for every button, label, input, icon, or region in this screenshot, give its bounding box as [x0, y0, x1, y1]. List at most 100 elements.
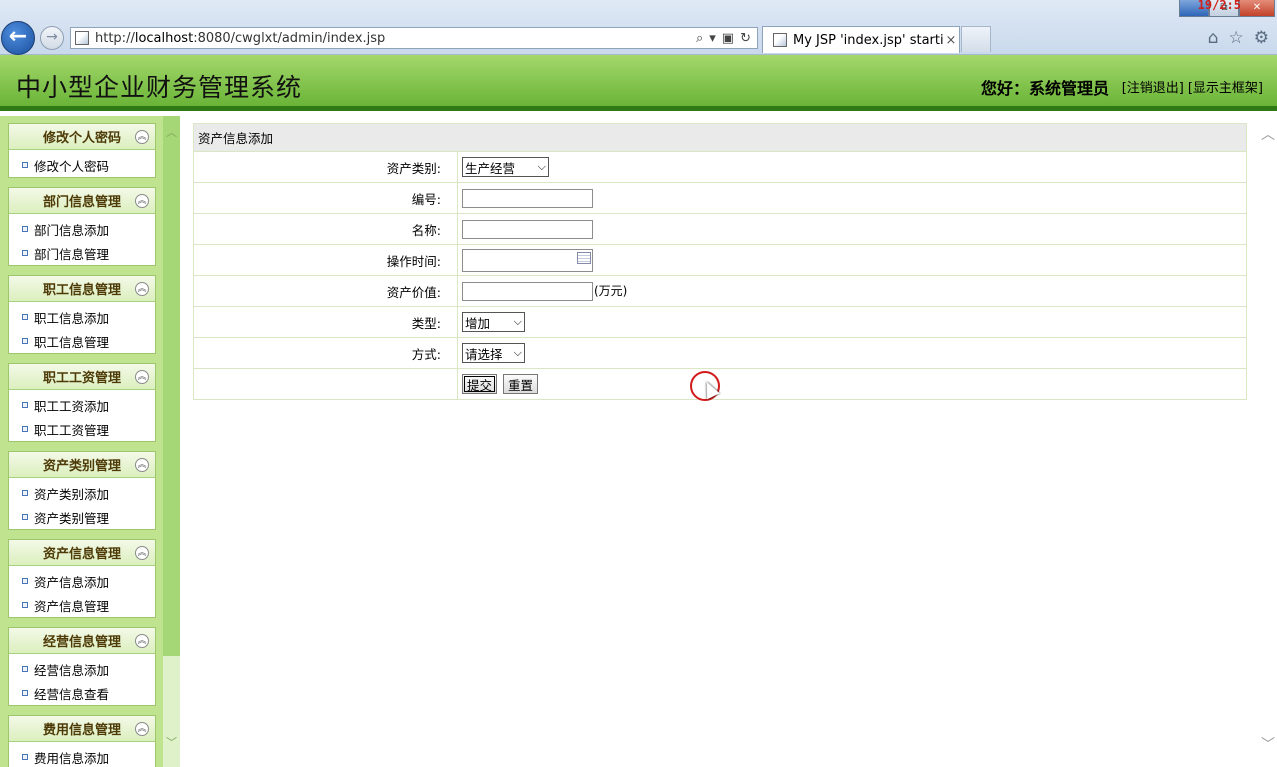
collapse-icon[interactable]: ︽ — [135, 546, 149, 560]
bullet-icon — [22, 338, 28, 344]
refresh-icon[interactable]: ↻ — [740, 31, 751, 46]
search-icon[interactable]: ⌕ — [696, 31, 703, 46]
sidebar-item-expense-add[interactable]: 费用信息添加 — [9, 745, 155, 767]
tab-index-jsp[interactable]: My JSP 'index.jsp' startin... × — [762, 26, 960, 53]
tab-close-icon[interactable]: × — [943, 33, 959, 48]
bullet-icon — [22, 690, 28, 696]
page-icon — [75, 31, 89, 45]
sidebar-item-department-add[interactable]: 部门信息添加 — [9, 217, 155, 241]
code-label: 编号: — [193, 182, 458, 214]
form-row-type: 类型: 增加 ⌵ — [193, 306, 1247, 338]
date-picker — [462, 248, 593, 272]
sidebar-item-employee-manage[interactable]: 职工信息管理 — [9, 329, 155, 353]
method-label: 方式: — [193, 337, 458, 369]
favorites-star-icon[interactable]: ☆ — [1229, 28, 1244, 48]
type-select[interactable]: 增加 ⌵ — [462, 312, 525, 332]
sidebar-splitter-scrollbar[interactable]: ︿ ﹀ — [163, 116, 180, 767]
sidebar-item-business-add[interactable]: 经营信息添加 — [9, 657, 155, 681]
sidebar-group-header[interactable]: 职工工资管理 ︽ — [9, 364, 155, 390]
collapse-icon[interactable]: ︽ — [135, 194, 149, 208]
collapse-icon[interactable]: ︽ — [135, 458, 149, 472]
collapse-icon[interactable]: ︽ — [135, 282, 149, 296]
clock-overlay: 19/2:5 — [1197, 0, 1241, 12]
chevron-down-icon: ⌵ — [537, 160, 546, 173]
collapse-icon[interactable]: ︽ — [135, 130, 149, 144]
scrollbar-track[interactable] — [163, 656, 180, 767]
sidebar-group-title: 资产类别管理 — [42, 459, 121, 474]
logout-link[interactable]: [注销退出] — [1122, 77, 1184, 96]
back-arrow-icon: ← — [8, 24, 28, 49]
bullet-icon — [22, 250, 28, 256]
time-input[interactable] — [462, 248, 593, 272]
back-button[interactable]: ← — [1, 21, 35, 55]
sidebar-item-change-password[interactable]: 修改个人密码 — [9, 153, 155, 177]
scroll-down-icon[interactable]: ﹀ — [166, 734, 177, 750]
method-select[interactable]: 请选择 ⌵ — [462, 343, 525, 363]
sidebar-item-asset-category-add[interactable]: 资产类别添加 — [9, 481, 155, 505]
app-header: 中小型企业财务管理系统 您好：系统管理员 [注销退出] [显示主框架] — [0, 55, 1277, 111]
bullet-icon — [22, 162, 28, 168]
sidebar-item-salary-manage[interactable]: 职工工资管理 — [9, 417, 155, 441]
scroll-down-icon[interactable]: ﹀ — [1261, 734, 1275, 754]
collapse-icon[interactable]: ︽ — [135, 722, 149, 736]
bullet-icon — [22, 402, 28, 408]
close-window-button[interactable]: ✕ — [1239, 0, 1275, 17]
sidebar-group-header[interactable]: 修改个人密码 ︽ — [9, 124, 155, 150]
collapse-icon[interactable]: ︽ — [135, 634, 149, 648]
sidebar-group-salary: 职工工资管理 ︽ 职工工资添加 职工工资管理 — [8, 363, 156, 442]
sidebar-group-header[interactable]: 经营信息管理 ︽ — [9, 628, 155, 654]
bullet-icon — [22, 666, 28, 672]
sidebar-group-header[interactable]: 资产信息管理 ︽ — [9, 540, 155, 566]
browser-tools: ⌂ ☆ ⚙ — [1208, 28, 1269, 48]
bullet-icon — [22, 754, 28, 760]
sidebar-item-department-manage[interactable]: 部门信息管理 — [9, 241, 155, 265]
sidebar-group-header[interactable]: 部门信息管理 ︽ — [9, 188, 155, 214]
dropdown-icon[interactable]: ▾ — [709, 31, 716, 46]
scroll-up-icon[interactable]: ︿ — [1261, 124, 1275, 144]
new-tab-button[interactable] — [961, 26, 991, 52]
name-label: 名称: — [193, 213, 458, 245]
forward-button[interactable]: → — [40, 26, 64, 50]
address-url[interactable]: http://localhost:8080/cwglxt/admin/index… — [95, 31, 696, 46]
collapse-icon[interactable]: ︽ — [135, 370, 149, 384]
sidebar-item-business-view[interactable]: 经营信息查看 — [9, 681, 155, 705]
sidebar-item-employee-add[interactable]: 职工信息添加 — [9, 305, 155, 329]
code-input[interactable] — [462, 188, 593, 208]
sidebar-group-title: 经营信息管理 — [42, 635, 121, 650]
sidebar-group-title: 职工信息管理 — [42, 283, 121, 298]
home-icon[interactable]: ⌂ — [1208, 28, 1219, 48]
sidebar-item-salary-add[interactable]: 职工工资添加 — [9, 393, 155, 417]
show-main-frame-link[interactable]: [显示主框架] — [1188, 77, 1263, 96]
form-row-value: 资产价值: (万元) — [193, 275, 1247, 307]
value-input[interactable] — [462, 281, 593, 301]
tab-page-icon — [773, 33, 787, 47]
submit-button[interactable]: 提交 — [462, 374, 498, 394]
forward-arrow-icon: → — [46, 29, 58, 45]
settings-gear-icon[interactable]: ⚙ — [1254, 28, 1269, 48]
sidebar-item-asset-add[interactable]: 资产信息添加 — [9, 569, 155, 593]
sidebar-group-business: 经营信息管理 ︽ 经营信息添加 经营信息查看 — [8, 627, 156, 706]
sidebar-item-asset-manage[interactable]: 资产信息管理 — [9, 593, 155, 617]
sidebar-group-title: 资产信息管理 — [42, 547, 121, 562]
type-label: 类型: — [193, 306, 458, 338]
address-bar[interactable]: http://localhost:8080/cwglxt/admin/index… — [70, 27, 758, 49]
form-row-method: 方式: 请选择 ⌵ — [193, 337, 1247, 369]
name-input[interactable] — [462, 219, 593, 239]
category-select[interactable]: 生产经营 ⌵ — [462, 157, 549, 177]
calendar-icon[interactable] — [577, 251, 591, 264]
sidebar-group-header[interactable]: 费用信息管理 ︽ — [9, 716, 155, 742]
sidebar-group-header[interactable]: 职工信息管理 ︽ — [9, 276, 155, 302]
main-scrollbar[interactable]: ︿ ﹀ — [1257, 124, 1277, 754]
reset-button[interactable]: 重置 — [503, 374, 539, 394]
sidebar-group-employee: 职工信息管理 ︽ 职工信息添加 职工信息管理 — [8, 275, 156, 354]
sidebar-group-header[interactable]: 资产类别管理 ︽ — [9, 452, 155, 478]
scroll-up-icon[interactable]: ︿ — [166, 124, 177, 140]
user-greeting: 您好：系统管理员 — [980, 79, 1109, 98]
address-tools: ⌕ ▾ ▣ ↻ — [696, 31, 757, 46]
compat-view-icon[interactable]: ▣ — [722, 31, 734, 46]
bullet-icon — [22, 490, 28, 496]
sidebar-item-asset-category-manage[interactable]: 资产类别管理 — [9, 505, 155, 529]
sidebar-group-password: 修改个人密码 ︽ 修改个人密码 — [8, 123, 156, 178]
sidebar-group-asset-category: 资产类别管理 ︽ 资产类别添加 资产类别管理 — [8, 451, 156, 530]
tab-label: My JSP 'index.jsp' startin... — [793, 32, 943, 48]
